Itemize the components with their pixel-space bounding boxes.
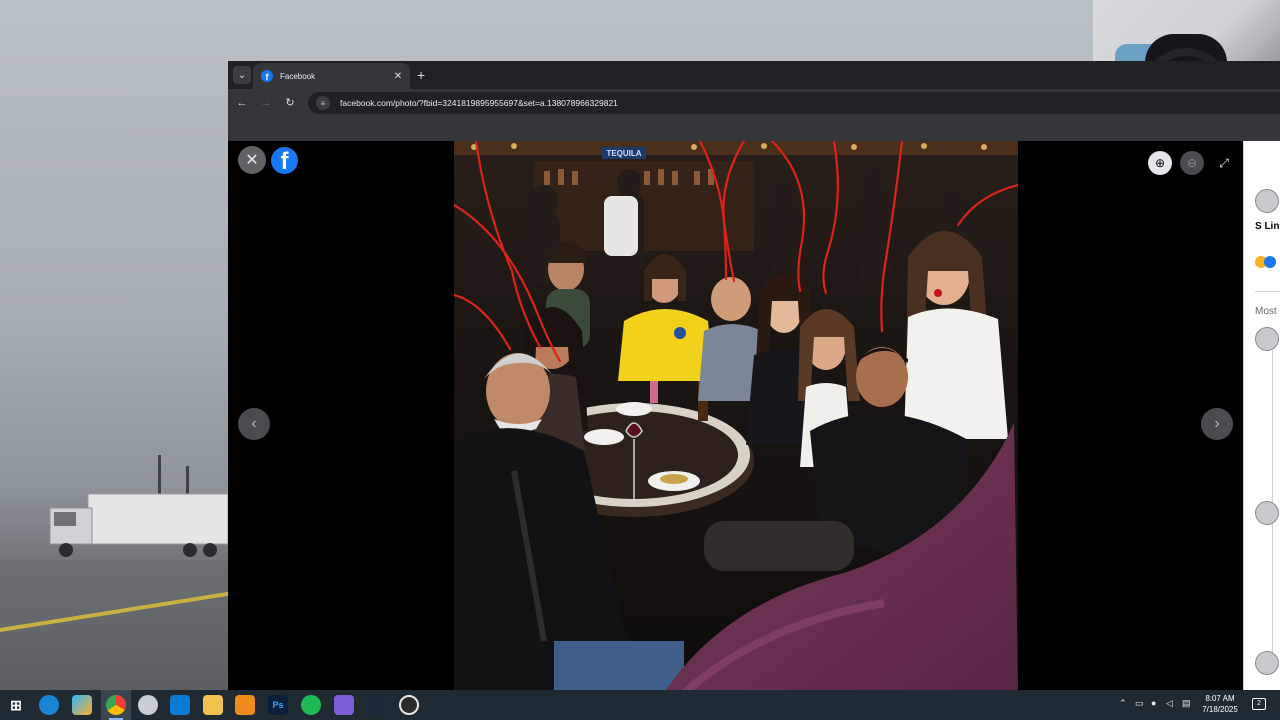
comments-filter[interactable]: Most xyxy=(1255,306,1277,317)
app-icon[interactable] xyxy=(138,695,158,715)
obs-icon[interactable] xyxy=(399,695,419,715)
chrome-icon[interactable] xyxy=(106,695,126,715)
reload-button[interactable]: ↻ xyxy=(282,95,298,111)
speaker-icon[interactable]: ◁ xyxy=(1166,698,1173,709)
forward-button[interactable]: → xyxy=(258,95,274,111)
arrow-right-icon: → xyxy=(260,97,272,109)
divider xyxy=(1255,291,1280,292)
edge-icon[interactable] xyxy=(39,695,59,715)
facebook-logo[interactable]: f xyxy=(271,147,298,174)
browser-window: ⌄ f Facebook ✕ + ← → ↻ ≡ facebook.com/ph… xyxy=(228,61,1280,690)
chevron-left-icon: ‹ xyxy=(251,415,257,432)
notification-center-icon[interactable]: 2 xyxy=(1252,698,1266,710)
group-photo: TEQUILA xyxy=(454,141,1018,690)
zoom-out-button[interactable]: ⊖ xyxy=(1180,151,1204,175)
url-text: facebook.com/photo/?fbid=324181989595569… xyxy=(340,98,618,108)
next-photo-button[interactable]: › xyxy=(1201,408,1233,440)
post-sidebar: S Line Most xyxy=(1243,141,1280,690)
tequila-sign: TEQUILA xyxy=(606,149,641,158)
photoshop-icon[interactable]: Ps xyxy=(268,695,288,715)
chevron-down-icon: ⌄ xyxy=(237,69,247,81)
copilot-icon[interactable] xyxy=(72,695,92,715)
wallpaper-truck xyxy=(49,493,229,557)
close-viewer-button[interactable]: ✕ xyxy=(238,146,266,174)
sublime-text-icon[interactable] xyxy=(235,695,255,715)
tab-search-button[interactable]: ⌄ xyxy=(233,66,251,84)
tab-strip: ⌄ f Facebook ✕ + xyxy=(228,61,1280,89)
clock-time: 8:07 AM xyxy=(1205,694,1235,703)
zoom-out-icon: ⊖ xyxy=(1186,156,1198,170)
tab-title: Facebook xyxy=(280,71,316,81)
microphone-icon[interactable]: ● xyxy=(1151,698,1156,708)
like-reaction-icon xyxy=(1264,256,1276,268)
clock[interactable]: 8:07 AM 7/18/2025 xyxy=(1198,693,1242,715)
taskbar: ⊞ Ps ⌃ ▭ ● ◁ ▤ 8:07 AM 7/18/2025 2 xyxy=(0,690,1280,720)
chevron-right-icon: › xyxy=(1214,415,1220,432)
commenter-avatar[interactable] xyxy=(1255,651,1279,675)
close-tab-button[interactable]: ✕ xyxy=(392,71,404,82)
file-explorer-icon[interactable] xyxy=(203,695,223,715)
new-tab-button[interactable]: + xyxy=(417,67,425,83)
commenter-avatar[interactable] xyxy=(1255,501,1279,525)
network-icon[interactable]: ▭ xyxy=(1135,698,1144,709)
steam-icon[interactable] xyxy=(366,695,386,715)
back-button[interactable]: ← xyxy=(234,95,250,111)
fullscreen-button[interactable]: ⤢ xyxy=(1212,151,1236,175)
reaction-icons[interactable] xyxy=(1255,256,1276,268)
fullscreen-icon: ⤢ xyxy=(1219,155,1229,170)
tune-icon[interactable]: ≡ xyxy=(316,96,330,110)
chevron-up-icon[interactable]: ⌃ xyxy=(1119,698,1127,709)
reload-icon: ↻ xyxy=(285,97,295,109)
toolbar-spacer xyxy=(228,117,1280,141)
commenter-avatar[interactable] xyxy=(1255,327,1279,351)
clock-date: 7/18/2025 xyxy=(1202,705,1238,714)
windows-start-icon[interactable]: ⊞ xyxy=(6,695,26,715)
address-bar[interactable]: ≡ facebook.com/photo/?fbid=3241819895955… xyxy=(308,92,1280,114)
facebook-icon: f xyxy=(261,70,273,82)
previous-photo-button[interactable]: ‹ xyxy=(238,408,270,440)
spotify-icon[interactable] xyxy=(301,695,321,715)
zoom-in-icon: ⊕ xyxy=(1154,156,1166,170)
browser-toolbar: ← → ↻ ≡ facebook.com/photo/?fbid=3241819… xyxy=(228,89,1280,117)
vscode-icon[interactable] xyxy=(170,695,190,715)
keyboard-icon[interactable]: ▤ xyxy=(1182,698,1191,709)
arrow-left-icon: ← xyxy=(236,97,248,109)
zoom-in-button[interactable]: ⊕ xyxy=(1148,151,1172,175)
author-name[interactable]: S Line xyxy=(1255,221,1280,232)
author-avatar[interactable] xyxy=(1255,189,1279,213)
discord-icon[interactable] xyxy=(334,695,354,715)
tab-facebook[interactable]: f Facebook ✕ xyxy=(253,63,410,89)
photo-viewer: ✕ f TEQUILA ‹ › ⊕ ⊖ ⤢ xyxy=(228,141,1243,690)
photo: TEQUILA xyxy=(454,141,1018,690)
close-icon: ✕ xyxy=(245,152,259,169)
